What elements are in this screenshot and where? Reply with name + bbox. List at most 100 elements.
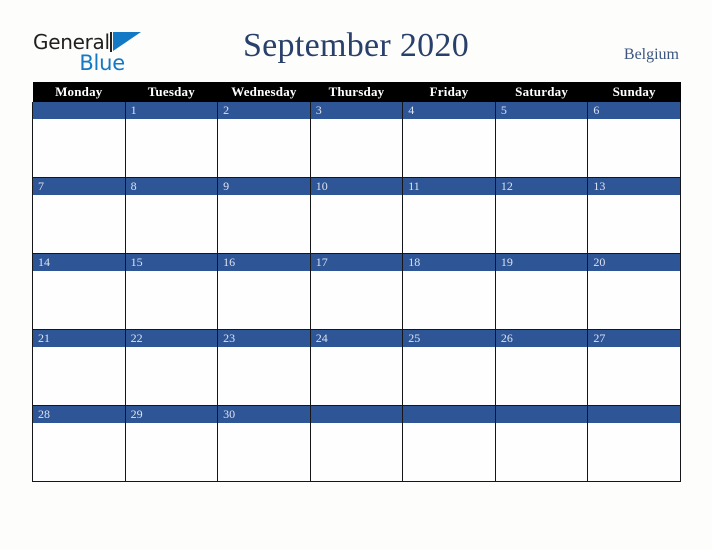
- day-cell[interactable]: [32, 102, 126, 178]
- day-cell[interactable]: 26: [494, 329, 589, 406]
- day-events-area[interactable]: [218, 423, 310, 481]
- day-number: 15: [125, 254, 218, 271]
- day-cell[interactable]: 5: [494, 102, 589, 178]
- day-number: 14: [33, 254, 125, 271]
- day-cell[interactable]: 8: [124, 177, 219, 254]
- day-cell[interactable]: 3: [309, 102, 404, 178]
- day-cell[interactable]: 6: [587, 102, 681, 178]
- day-events-area[interactable]: [218, 347, 310, 405]
- day-cell[interactable]: 22: [124, 329, 219, 406]
- day-number: 5: [495, 102, 588, 119]
- day-events-area[interactable]: [495, 271, 588, 329]
- day-number: [33, 102, 125, 119]
- day-number: 22: [125, 330, 218, 347]
- day-cell[interactable]: 21: [32, 329, 126, 406]
- day-events-area[interactable]: [33, 423, 125, 481]
- day-number: 21: [33, 330, 125, 347]
- day-events-area[interactable]: [218, 119, 310, 177]
- day-cell[interactable]: 17: [309, 253, 404, 330]
- day-events-area[interactable]: [125, 423, 218, 481]
- calendar-week-row: 14 15 16 17 18 19 20: [32, 253, 681, 330]
- day-events-area[interactable]: [403, 195, 495, 253]
- day-events-area[interactable]: [310, 347, 403, 405]
- day-number: [310, 406, 403, 423]
- calendar-week-row: 21 22 23 24 25 26 27: [32, 329, 681, 406]
- day-events-area[interactable]: [33, 119, 125, 177]
- day-events-area[interactable]: [218, 271, 310, 329]
- day-cell[interactable]: 11: [402, 177, 496, 254]
- day-events-area[interactable]: [588, 347, 680, 405]
- day-events-area[interactable]: [125, 271, 218, 329]
- month-calendar-grid: Monday Tuesday Wednesday Thursday Friday…: [32, 82, 681, 482]
- day-number: 6: [588, 102, 680, 119]
- weekday-header-sunday: Sunday: [587, 82, 681, 102]
- day-events-area[interactable]: [33, 347, 125, 405]
- day-cell[interactable]: 23: [217, 329, 311, 406]
- day-cell[interactable]: 1: [124, 102, 219, 178]
- day-number: 25: [403, 330, 495, 347]
- day-cell[interactable]: 20: [587, 253, 681, 330]
- day-cell[interactable]: [494, 405, 589, 482]
- weekday-header-wednesday: Wednesday: [217, 82, 311, 102]
- day-cell[interactable]: 14: [32, 253, 126, 330]
- day-number: [403, 406, 495, 423]
- day-events-area[interactable]: [310, 271, 403, 329]
- day-cell[interactable]: 13: [587, 177, 681, 254]
- day-events-area[interactable]: [125, 347, 218, 405]
- day-cell[interactable]: 30: [217, 405, 311, 482]
- day-number: 7: [33, 178, 125, 195]
- day-cell[interactable]: 7: [32, 177, 126, 254]
- day-events-area[interactable]: [495, 347, 588, 405]
- day-cell[interactable]: 12: [494, 177, 589, 254]
- day-number: 18: [403, 254, 495, 271]
- day-cell[interactable]: 10: [309, 177, 404, 254]
- day-events-area[interactable]: [588, 271, 680, 329]
- day-events-area[interactable]: [403, 271, 495, 329]
- day-events-area[interactable]: [125, 195, 218, 253]
- day-cell[interactable]: 16: [217, 253, 311, 330]
- day-events-area[interactable]: [495, 195, 588, 253]
- day-cell[interactable]: [587, 405, 681, 482]
- day-number: 16: [218, 254, 310, 271]
- day-cell[interactable]: 19: [494, 253, 589, 330]
- day-cell[interactable]: 4: [402, 102, 496, 178]
- day-events-area[interactable]: [218, 195, 310, 253]
- day-number: 20: [588, 254, 680, 271]
- day-events-area[interactable]: [33, 195, 125, 253]
- weekday-header-tuesday: Tuesday: [125, 82, 218, 102]
- day-events-area[interactable]: [33, 271, 125, 329]
- day-cell[interactable]: 28: [32, 405, 126, 482]
- day-events-area[interactable]: [125, 119, 218, 177]
- day-events-area[interactable]: [495, 119, 588, 177]
- day-events-area[interactable]: [588, 423, 680, 481]
- day-events-area[interactable]: [403, 347, 495, 405]
- day-events-area[interactable]: [310, 195, 403, 253]
- day-number: [588, 406, 680, 423]
- day-cell[interactable]: [309, 405, 404, 482]
- day-cell[interactable]: 29: [124, 405, 219, 482]
- day-number: 28: [33, 406, 125, 423]
- day-events-area[interactable]: [588, 195, 680, 253]
- weekday-header-row: Monday Tuesday Wednesday Thursday Friday…: [32, 82, 681, 102]
- day-cell[interactable]: 25: [402, 329, 496, 406]
- day-number: 26: [495, 330, 588, 347]
- day-number: 2: [218, 102, 310, 119]
- day-cell[interactable]: 27: [587, 329, 681, 406]
- day-number: 3: [310, 102, 403, 119]
- day-cell[interactable]: 18: [402, 253, 496, 330]
- day-number: 13: [588, 178, 680, 195]
- day-number: 11: [403, 178, 495, 195]
- day-events-area[interactable]: [403, 423, 495, 481]
- day-cell[interactable]: [402, 405, 496, 482]
- day-events-area[interactable]: [403, 119, 495, 177]
- day-cell[interactable]: 24: [309, 329, 404, 406]
- day-cell[interactable]: 15: [124, 253, 219, 330]
- day-events-area[interactable]: [495, 423, 588, 481]
- day-events-area[interactable]: [310, 423, 403, 481]
- day-events-area[interactable]: [588, 119, 680, 177]
- day-events-area[interactable]: [310, 119, 403, 177]
- day-number: 30: [218, 406, 310, 423]
- day-cell[interactable]: 9: [217, 177, 311, 254]
- day-cell[interactable]: 2: [217, 102, 311, 178]
- weekday-header-thursday: Thursday: [310, 82, 403, 102]
